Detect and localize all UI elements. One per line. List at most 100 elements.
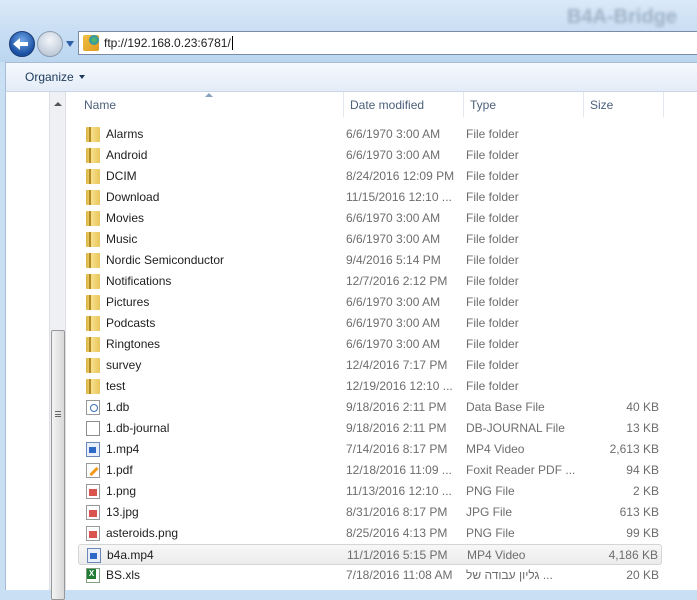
file-type: File folder — [466, 169, 519, 183]
recent-pages-dropdown-icon[interactable] — [66, 41, 74, 47]
file-date: 6/6/1970 3:00 AM — [346, 295, 441, 309]
file-row[interactable]: 1.png 11/13/2016 12:10 ... PNG File 2 KB — [78, 481, 662, 502]
file-type: גליון עבודה של ... — [466, 568, 553, 582]
file-date: 12/19/2016 12:10 ... — [346, 379, 453, 393]
file-type: File folder — [466, 232, 519, 246]
file-type: MP4 Video — [467, 548, 526, 562]
file-date: 6/6/1970 3:00 AM — [346, 316, 441, 330]
file-row[interactable]: Movies 6/6/1970 3:00 AM File folder — [78, 208, 662, 229]
file-row[interactable]: b4a.mp4 11/1/2016 5:15 PM MP4 Video 4,18… — [78, 544, 662, 565]
file-row[interactable]: 1.db-journal 9/18/2016 2:11 PM DB-JOURNA… — [78, 418, 662, 439]
file-row[interactable]: 1.pdf 12/18/2016 11:09 ... Foxit Reader … — [78, 460, 662, 481]
file-name: Notifications — [106, 274, 172, 288]
file-name: Music — [106, 232, 138, 246]
file-date: 12/7/2016 2:12 PM — [346, 274, 448, 288]
address-bar[interactable]: ftp://192.168.0.23:6781/ — [78, 31, 697, 55]
file-row[interactable]: asteroids.png 8/25/2016 4:13 PM PNG File… — [78, 523, 662, 544]
file-date: 8/24/2016 12:09 PM — [346, 169, 455, 183]
file-size: 2,613 KB — [609, 442, 659, 456]
file-name: Movies — [106, 211, 145, 225]
file-row[interactable]: Music 6/6/1970 3:00 AM File folder — [78, 229, 662, 250]
navigation-pane-scrollbar[interactable] — [49, 92, 66, 600]
file-date: 9/18/2016 2:11 PM — [346, 400, 447, 414]
folder-icon — [86, 379, 100, 394]
file-type: DB-JOURNAL File — [466, 421, 565, 435]
title-bar: B4A-Bridge ftp://192.168.0.23:6781/ — [0, 0, 697, 62]
file-name: Alarms — [106, 127, 144, 141]
file-row[interactable]: test 12/19/2016 12:10 ... File folder — [78, 376, 662, 397]
file-row[interactable]: Pictures 6/6/1970 3:00 AM File folder — [78, 292, 662, 313]
folder-icon — [86, 169, 100, 184]
command-bar: Organize — [5, 62, 697, 92]
file-row[interactable]: Ringtones 6/6/1970 3:00 AM File folder — [78, 334, 662, 355]
file-row[interactable]: 1.mp4 7/14/2016 8:17 PM MP4 Video 2,613 … — [78, 439, 662, 460]
folder-icon — [86, 253, 100, 268]
file-row[interactable]: Podcasts 6/6/1970 3:00 AM File folder — [78, 313, 662, 334]
folder-icon — [86, 211, 100, 226]
file-name: BS.xls — [106, 568, 141, 582]
file-row[interactable]: survey 12/4/2016 7:17 PM File folder — [78, 355, 662, 376]
pdf-file-icon — [86, 463, 100, 478]
folder-icon — [86, 337, 100, 352]
file-date: 8/25/2016 4:13 PM — [346, 526, 448, 540]
file-date: 8/31/2016 8:17 PM — [346, 505, 448, 519]
file-row[interactable]: Notifications 12/7/2016 2:12 PM File fol… — [78, 271, 662, 292]
file-type: PNG File — [466, 526, 515, 540]
file-date: 6/6/1970 3:00 AM — [346, 337, 441, 351]
column-header: Name Date modified Type Size — [68, 92, 697, 117]
folder-icon — [86, 232, 100, 247]
file-type: MP4 Video — [466, 442, 525, 456]
file-date: 9/4/2016 5:14 PM — [346, 253, 441, 267]
img-file-icon — [86, 484, 100, 499]
file-type: File folder — [466, 337, 519, 351]
column-header-size[interactable]: Size — [584, 92, 664, 117]
file-name: survey — [106, 358, 142, 372]
file-type: File folder — [466, 316, 519, 330]
mp4-file-icon — [86, 442, 100, 457]
file-type: Data Base File — [466, 400, 545, 414]
folder-icon — [86, 148, 100, 163]
file-name: 13.jpg — [106, 505, 139, 519]
file-size: 99 KB — [626, 526, 659, 540]
forward-button[interactable] — [37, 31, 63, 57]
file-name: b4a.mp4 — [107, 548, 154, 562]
column-header-name[interactable]: Name — [78, 92, 344, 117]
file-type: File folder — [466, 190, 519, 204]
file-date: 6/6/1970 3:00 AM — [346, 232, 441, 246]
file-file-icon — [86, 421, 100, 436]
mp4-file-icon — [87, 548, 101, 563]
file-row[interactable]: Android 6/6/1970 3:00 AM File folder — [78, 145, 662, 166]
scrollbar-thumb[interactable] — [51, 330, 65, 600]
file-name: 1.pdf — [106, 463, 133, 477]
file-size: 2 KB — [632, 484, 659, 498]
file-row[interactable]: DCIM 8/24/2016 12:09 PM File folder — [78, 166, 662, 187]
file-size: 20 KB — [626, 568, 659, 582]
organize-button[interactable]: Organize — [25, 70, 85, 84]
file-row[interactable]: 13.jpg 8/31/2016 8:17 PM JPG File 613 KB — [78, 502, 662, 523]
folder-icon — [86, 190, 100, 205]
back-button[interactable] — [9, 31, 35, 57]
file-row[interactable]: 1.db 9/18/2016 2:11 PM Data Base File 40… — [78, 397, 662, 418]
file-row[interactable]: Nordic Semiconductor 9/4/2016 5:14 PM Fi… — [78, 250, 662, 271]
file-date: 12/4/2016 7:17 PM — [346, 358, 448, 372]
file-date: 6/6/1970 3:00 AM — [346, 148, 441, 162]
column-header-date[interactable]: Date modified — [344, 92, 464, 117]
file-type: File folder — [466, 211, 519, 225]
file-type: File folder — [466, 253, 519, 267]
file-date: 6/6/1970 3:00 AM — [346, 211, 441, 225]
file-row[interactable]: Download 11/15/2016 12:10 ... File folde… — [78, 187, 662, 208]
file-size: 613 KB — [619, 505, 659, 519]
file-name: 1.db — [106, 400, 130, 414]
folder-icon — [86, 295, 100, 310]
file-type: PNG File — [466, 484, 515, 498]
file-name: Ringtones — [106, 337, 161, 351]
grip-icon — [55, 411, 61, 417]
scroll-up-arrow-icon[interactable] — [54, 102, 62, 106]
file-size: 4,186 KB — [608, 548, 658, 562]
file-row[interactable]: BS.xls 7/18/2016 11:08 AM גליון עבודה של… — [78, 565, 662, 586]
file-row[interactable]: Alarms 6/6/1970 3:00 AM File folder — [78, 124, 662, 145]
address-input[interactable]: ftp://192.168.0.23:6781/ — [104, 36, 233, 50]
file-name: 1.db-journal — [106, 421, 170, 435]
file-date: 11/1/2016 5:15 PM — [347, 548, 448, 562]
column-header-type[interactable]: Type — [464, 92, 584, 117]
